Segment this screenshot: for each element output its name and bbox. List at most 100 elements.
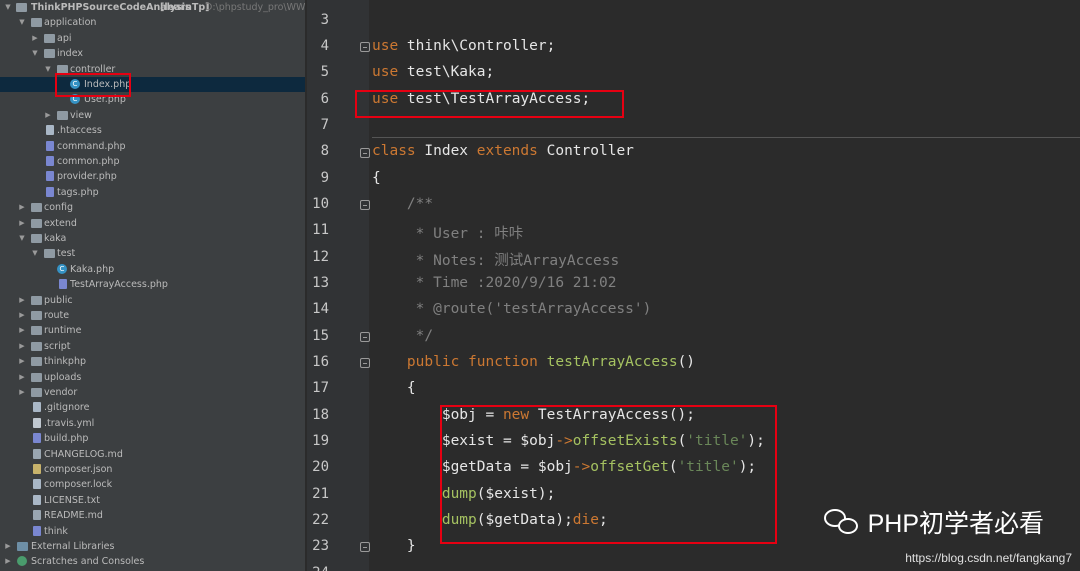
tree-item-runtime[interactable]: ▶ runtime: [0, 323, 305, 338]
chevron-right-icon[interactable]: ▶: [17, 370, 27, 385]
file-icon: [46, 125, 54, 136]
tree-item-tags-php[interactable]: tags.php: [0, 185, 305, 200]
fold-icon[interactable]: [360, 148, 370, 158]
watermark-url: https://blog.csdn.net/fangkang7: [905, 551, 1072, 565]
code-line-10: /**: [372, 196, 434, 212]
php-file-icon: [46, 140, 54, 151]
tree-item-common-php[interactable]: common.php: [0, 154, 305, 169]
folder-icon: [31, 18, 42, 28]
chevron-down-icon[interactable]: ▼: [17, 15, 27, 30]
library-icon: [17, 542, 28, 551]
tree-item-build-php[interactable]: build.php: [0, 431, 305, 446]
highlight-box-index-php: [55, 73, 131, 97]
tree-item-command-php[interactable]: command.php: [0, 139, 305, 154]
tree-item-view[interactable]: ▶ view: [0, 108, 305, 123]
tree-item-index-php[interactable]: C Index.php: [0, 77, 305, 93]
tree-item-application[interactable]: ▼ application: [0, 15, 305, 30]
fold-icon[interactable]: [360, 42, 370, 52]
tree-item-changelog-md[interactable]: CHANGELOG.md: [0, 447, 305, 462]
fold-icon[interactable]: [360, 200, 370, 210]
tree-item-config[interactable]: ▶ config: [0, 200, 305, 215]
fold-icon[interactable]: [360, 542, 370, 552]
code-line-12: * Notes: 测试ArrayAccess: [372, 253, 620, 269]
chevron-right-icon[interactable]: ▶: [17, 339, 27, 354]
watermark: PHP初学者必看: [823, 504, 1044, 540]
chevron-right-icon[interactable]: ▶: [3, 539, 13, 554]
folder-icon: [31, 295, 42, 305]
chevron-down-icon[interactable]: ▼: [17, 231, 27, 246]
code-line-13: * Time :2020/9/16 21:02: [372, 275, 617, 291]
chevron-right-icon[interactable]: ▶: [43, 108, 53, 123]
line-number: 11: [312, 222, 329, 238]
tree-root[interactable]: ▼ ThinkPHPSourceCodeAnalysis [learnTp] D…: [0, 0, 306, 15]
chevron-right-icon[interactable]: ▶: [3, 554, 13, 569]
chevron-right-icon[interactable]: ▶: [17, 385, 27, 400]
tree-item-scratches[interactable]: ▶ Scratches and Consoles: [0, 554, 305, 569]
chevron-down-icon[interactable]: ▼: [3, 0, 13, 15]
tree-item-think[interactable]: think: [0, 524, 305, 539]
line-number: 8: [320, 143, 329, 159]
root-path: D:\phpstudy_pro\WWW: [205, 2, 306, 13]
chevron-right-icon[interactable]: ▶: [17, 308, 27, 323]
chevron-down-icon[interactable]: ▼: [43, 62, 53, 77]
line-number: 21: [312, 486, 329, 502]
tree-item-index[interactable]: ▼ index: [0, 46, 305, 61]
tree-item-htaccess[interactable]: .htaccess: [0, 123, 305, 138]
chevron-right-icon[interactable]: ▶: [17, 293, 27, 308]
fold-icon[interactable]: [360, 332, 370, 342]
chevron-down-icon[interactable]: ▼: [30, 246, 40, 261]
tree-item-gitignore[interactable]: .gitignore: [0, 400, 305, 415]
line-number: 10: [312, 196, 329, 212]
tree-item-vendor[interactable]: ▶ vendor: [0, 385, 305, 400]
tree-item-testarrayaccess-php[interactable]: TestArrayAccess.php: [0, 277, 305, 292]
code-editor[interactable]: 3 4 5 6 7 8 9 10 11 12 13 14 15 16 17 18…: [307, 0, 1080, 571]
chevron-right-icon[interactable]: ▶: [30, 31, 40, 46]
tree-item-user-php[interactable]: C User.php: [0, 92, 305, 107]
line-number: 23: [312, 538, 329, 554]
line-number: 19: [312, 433, 329, 449]
tree-item-uploads[interactable]: ▶ uploads: [0, 370, 305, 385]
project-tree: ▼ ThinkPHPSourceCodeAnalysis [learnTp] D…: [0, 0, 306, 571]
tree-item-kaka[interactable]: ▼ kaka: [0, 231, 305, 246]
chevron-right-icon[interactable]: ▶: [17, 354, 27, 369]
tree-item-script[interactable]: ▶ script: [0, 339, 305, 354]
php-file-icon: [33, 525, 41, 536]
tree-item-thinkphp[interactable]: ▶ thinkphp: [0, 354, 305, 369]
tree-item-extend[interactable]: ▶ extend: [0, 216, 305, 231]
tree-item-composer-lock[interactable]: composer.lock: [0, 477, 305, 492]
line-number: 5: [320, 64, 329, 80]
tree-item-controller[interactable]: ▼ controller: [0, 62, 305, 77]
code-line-17: {: [372, 380, 416, 396]
tree-item-composer-json[interactable]: composer.json: [0, 462, 305, 477]
line-number: 9: [320, 170, 329, 186]
scratches-icon: [17, 556, 27, 567]
tree-item-external-libraries[interactable]: ▶ External Libraries: [0, 539, 305, 554]
chevron-down-icon[interactable]: ▼: [30, 46, 40, 61]
fold-icon[interactable]: [360, 358, 370, 368]
folder-icon: [31, 218, 42, 228]
line-number: 7: [320, 117, 329, 133]
php-file-icon: [59, 279, 67, 290]
tree-item-api[interactable]: ▶ api: [0, 31, 305, 46]
tree-item-readme-md[interactable]: README.md: [0, 508, 305, 523]
chevron-right-icon[interactable]: ▶: [17, 216, 27, 231]
tree-item-route[interactable]: ▶ route: [0, 308, 305, 323]
line-number: 18: [312, 407, 329, 423]
yaml-file-icon: [33, 417, 41, 428]
line-number: 22: [312, 512, 329, 528]
tree-item-provider-php[interactable]: provider.php: [0, 169, 305, 184]
tree-item-license-txt[interactable]: LICENSE.txt: [0, 493, 305, 508]
tree-item-test[interactable]: ▼ test: [0, 246, 305, 261]
php-file-icon: [46, 186, 54, 197]
chevron-right-icon[interactable]: ▶: [17, 200, 27, 215]
chevron-right-icon[interactable]: ▶: [17, 323, 27, 338]
tree-item-public[interactable]: ▶ public: [0, 293, 305, 308]
php-file-icon: [33, 433, 41, 444]
file-icon: [33, 479, 41, 490]
tree-item-travis-yml[interactable]: .travis.yml: [0, 416, 305, 431]
line-number: 3: [320, 12, 329, 28]
folder-icon: [31, 357, 42, 367]
line-number: 4: [320, 38, 329, 54]
tree-item-kaka-php[interactable]: C Kaka.php: [0, 262, 305, 277]
method-separator: [372, 137, 1080, 138]
